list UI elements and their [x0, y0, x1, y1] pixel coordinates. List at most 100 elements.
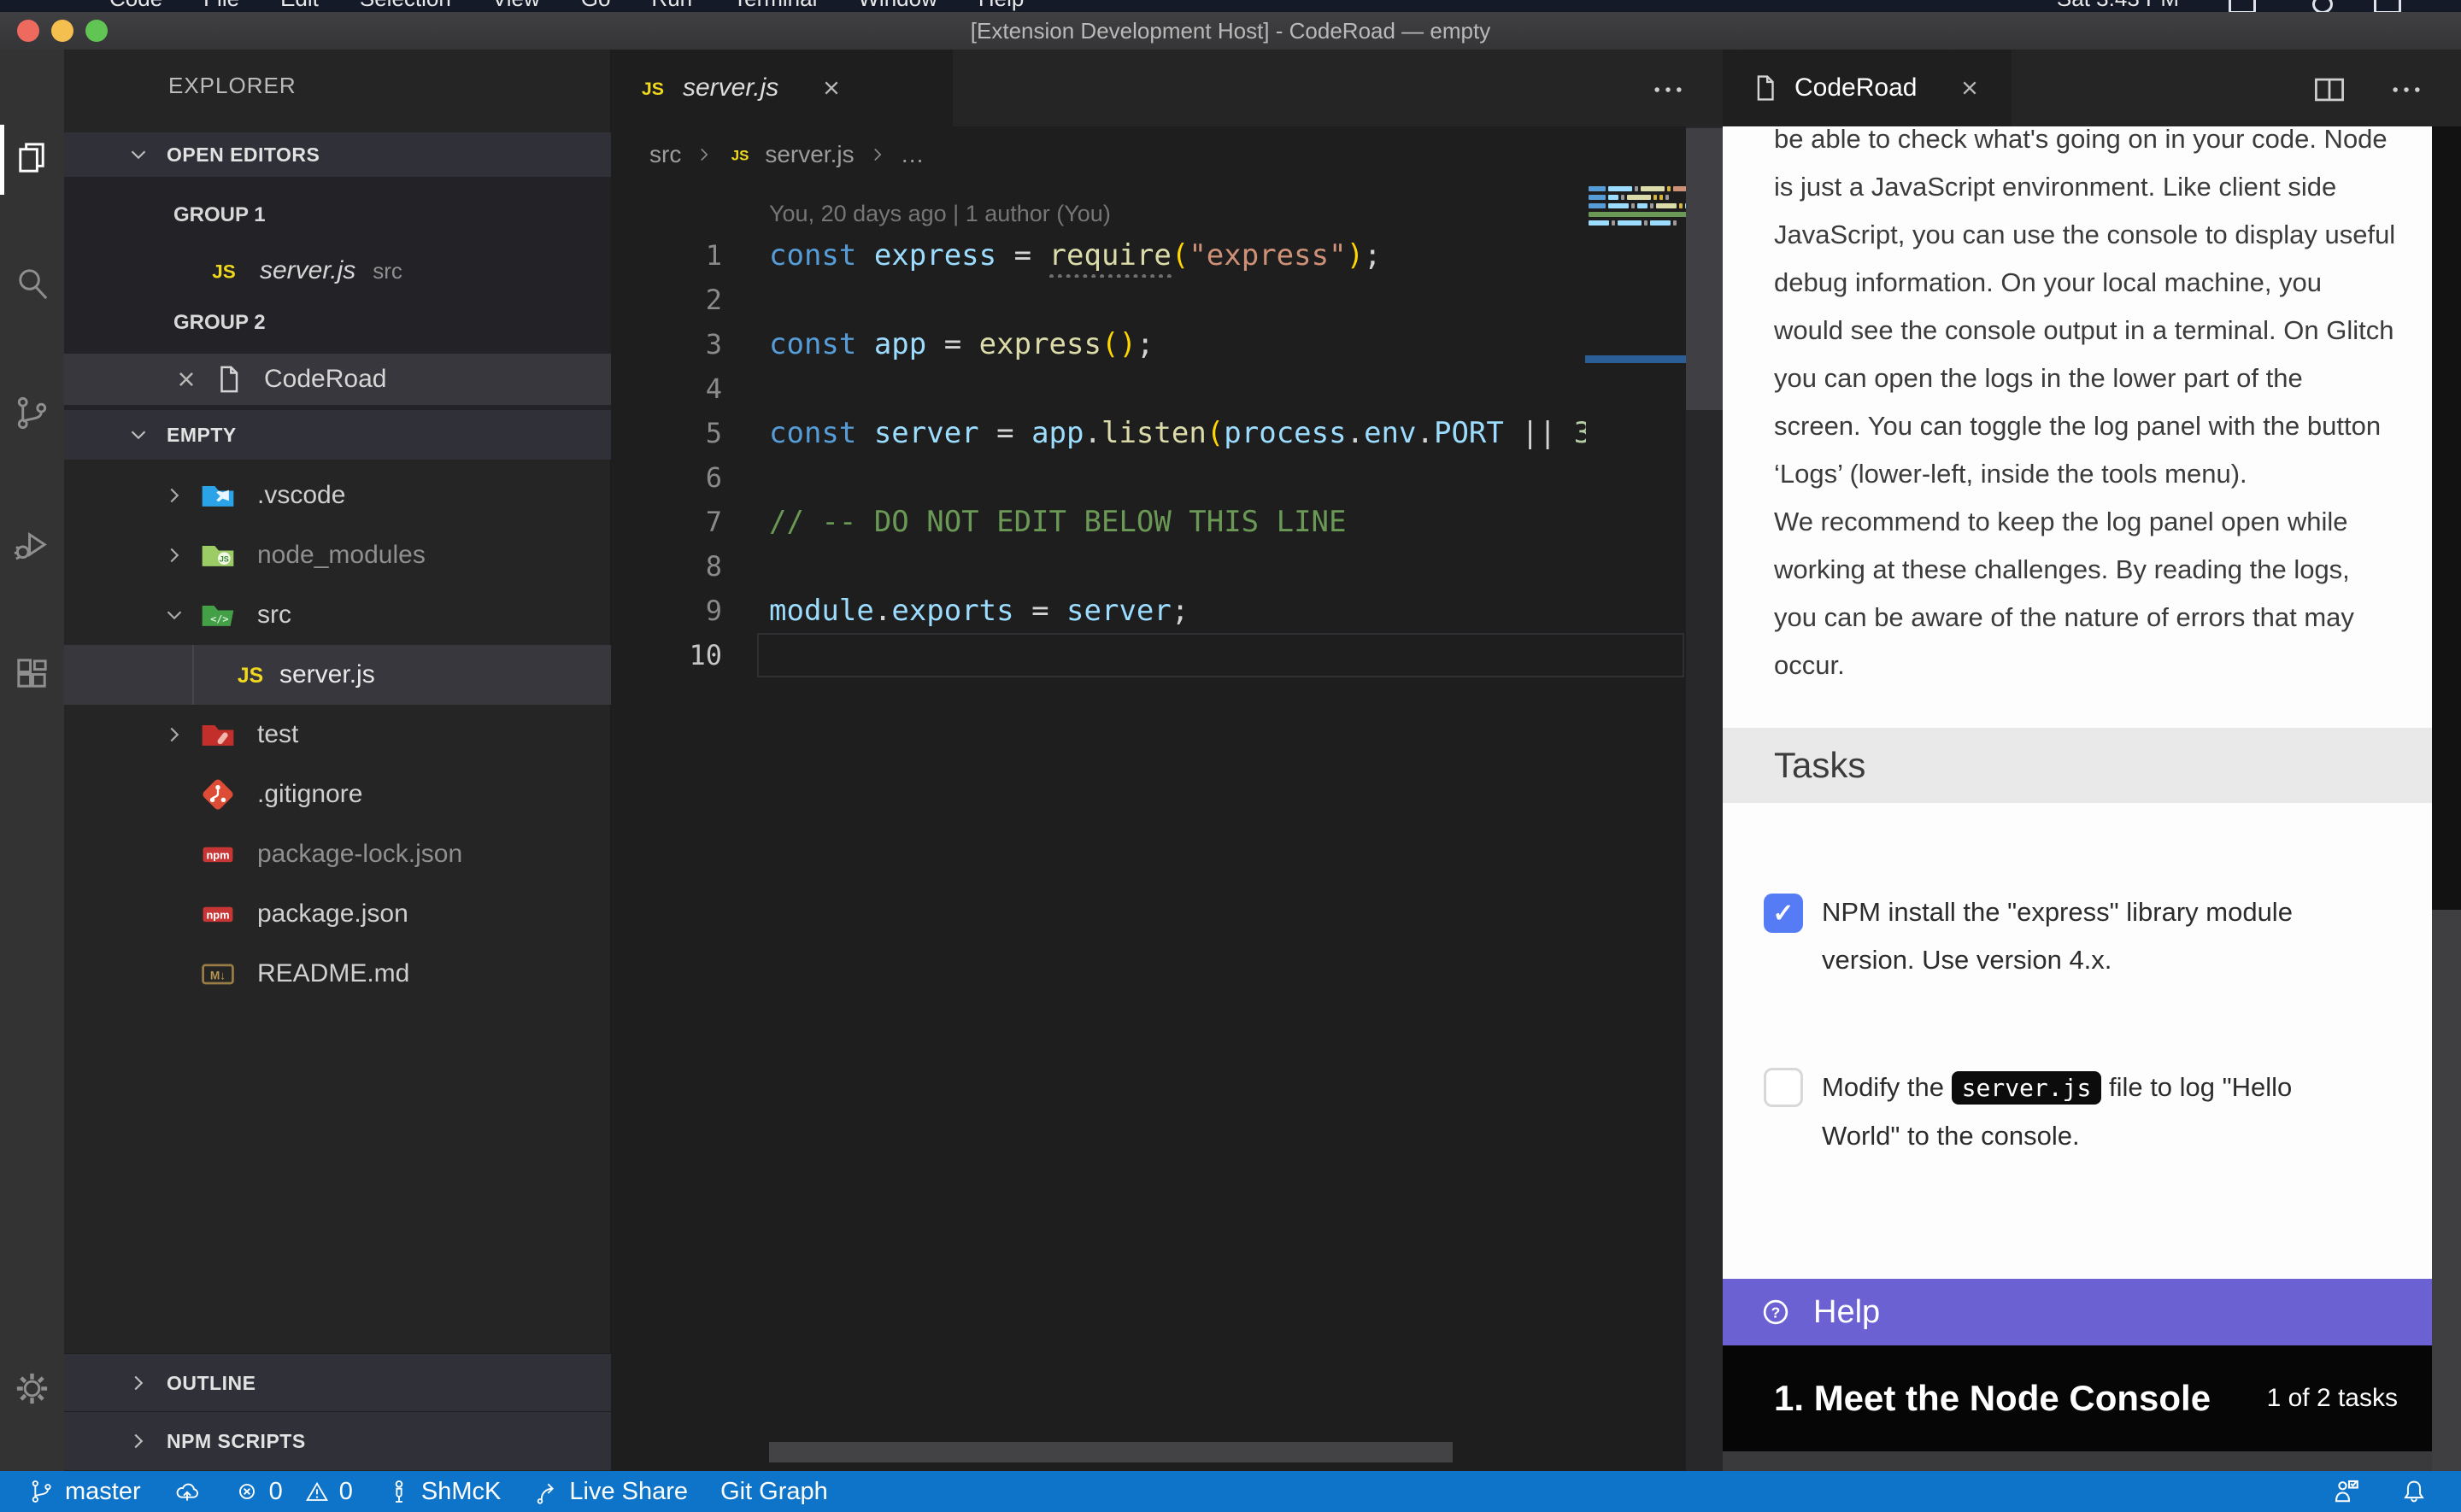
menu-view[interactable]: View: [492, 0, 540, 12]
menu-window[interactable]: Window: [858, 0, 937, 12]
npm-icon: npm: [199, 895, 237, 933]
more-actions-icon[interactable]: [1649, 71, 1687, 108]
tree-item-label: node_modules: [257, 525, 426, 585]
split-editor-icon[interactable]: [2311, 71, 2348, 108]
open-editor-server-js[interactable]: JS server.js src: [64, 246, 611, 296]
minimap-slider[interactable]: [1585, 355, 1686, 363]
svg-text:M↓: M↓: [210, 969, 226, 982]
tree-item-src[interactable]: </>src: [64, 585, 611, 645]
panel-scrollbar[interactable]: [2432, 126, 2461, 1471]
source-control-icon[interactable]: [12, 393, 52, 433]
npm-scripts-section-header[interactable]: NPM SCRIPTS: [64, 1411, 611, 1470]
menu-run[interactable]: Run: [651, 0, 692, 12]
editor-group-2-label: GROUP 2: [173, 299, 266, 347]
tree-item-test[interactable]: test: [64, 705, 611, 765]
task-1-checkbox[interactable]: ✓: [1764, 894, 1803, 933]
minimize-window-button[interactable]: [51, 20, 73, 42]
tree-item-label: .vscode: [257, 466, 345, 525]
extensions-icon[interactable]: [12, 653, 52, 694]
sync-changes-button[interactable]: [173, 1478, 201, 1505]
code-line-8[interactable]: 8: [611, 544, 1586, 589]
menu-edit[interactable]: Edit: [280, 0, 319, 12]
editor-vertical-scrollbar[interactable]: [1686, 126, 1723, 1471]
minimap[interactable]: [1585, 178, 1686, 707]
code-line-1[interactable]: 1const express = require("express");: [611, 233, 1586, 278]
code-line-5[interactable]: 5const server = app.listen(process.env.P…: [611, 411, 1586, 455]
maximize-window-button[interactable]: [85, 20, 108, 42]
scrollbar-thumb[interactable]: [1686, 128, 1723, 410]
folder-section-header[interactable]: EMPTY: [64, 410, 611, 460]
code-line-9[interactable]: 9module.exports = server;: [611, 589, 1586, 633]
tree-item-README.md[interactable]: M↓ README.md: [64, 944, 611, 1004]
js-file-icon: JS: [727, 142, 753, 167]
code-line-3[interactable]: 3const app = express();: [611, 322, 1586, 366]
warning-triangle-icon: [303, 1478, 331, 1505]
npm-icon: npm: [199, 835, 237, 873]
task-1-text: NPM install the "express" library module…: [1822, 888, 2420, 984]
git-branch-status[interactable]: master: [29, 1478, 141, 1506]
close-icon[interactable]: [1956, 74, 1983, 102]
macos-status-icon: [2229, 0, 2256, 12]
code-line-4[interactable]: 4: [611, 366, 1586, 411]
user-account-status[interactable]: ShMcK: [385, 1478, 501, 1506]
tree-item-server.js[interactable]: JSserver.js: [64, 645, 611, 705]
git-icon: [199, 776, 237, 813]
status-bar: master 0 0 ShMcK Live Share Git Graph: [0, 1471, 2461, 1512]
tree-item-package-lock.json[interactable]: npmpackage-lock.json: [64, 824, 611, 884]
menu-code[interactable]: Code: [109, 0, 162, 12]
menu-file[interactable]: File: [203, 0, 239, 12]
close-window-button[interactable]: [17, 20, 39, 42]
tab-coderoad[interactable]: CodeRoad: [1723, 50, 2012, 126]
run-debug-icon[interactable]: [12, 523, 52, 563]
settings-gear-icon[interactable]: [12, 1368, 52, 1409]
breadcrumb-src[interactable]: src: [649, 141, 681, 168]
tree-item-package.json[interactable]: npmpackage.json: [64, 884, 611, 944]
breadcrumb-symbol[interactable]: …: [901, 141, 925, 168]
explorer-icon[interactable]: [12, 138, 52, 179]
code-line-2[interactable]: 2: [611, 278, 1586, 322]
code-line-6[interactable]: 6: [611, 455, 1586, 500]
more-actions-icon[interactable]: [2388, 71, 2425, 108]
lesson-title: 1. Meet the Node Console: [1774, 1378, 2211, 1419]
chevron-right-icon: [126, 1370, 151, 1396]
outline-section-header[interactable]: OUTLINE: [64, 1353, 611, 1412]
svg-text:</>: </>: [210, 612, 229, 624]
explorer-sidebar: EXPLORER OPEN EDITORS GROUP 1 JS server.…: [64, 50, 611, 1471]
problems-status[interactable]: 0 0: [233, 1478, 353, 1506]
indent-guide: [192, 645, 194, 705]
menu-go[interactable]: Go: [581, 0, 611, 12]
editor-horizontal-scrollbar[interactable]: [769, 1442, 1453, 1462]
chevron-down-icon: [162, 602, 187, 628]
tasks-header: Tasks: [1723, 728, 2432, 803]
tab-server-js[interactable]: JS server.js: [611, 50, 953, 126]
notifications-bell[interactable]: [2399, 1477, 2429, 1506]
search-icon[interactable]: [12, 264, 52, 304]
menu-selection[interactable]: Selection: [360, 0, 451, 12]
code-line-7[interactable]: 7// -- DO NOT EDIT BELOW THIS LINE: [611, 500, 1586, 544]
cloud-upload-icon: [173, 1478, 201, 1505]
open-editor-coderoad[interactable]: CodeRoad: [64, 354, 611, 405]
current-line-highlight: [757, 633, 1684, 677]
scrollbar-thumb[interactable]: [2432, 126, 2461, 910]
editor-tab-bar: JS server.js: [611, 50, 1723, 126]
line-number: 5: [611, 411, 722, 455]
close-icon[interactable]: [818, 74, 845, 102]
tree-item-node_modules[interactable]: JSnode_modules: [64, 525, 611, 585]
help-bar[interactable]: ? Help: [1723, 1279, 2432, 1345]
tree-item-label: README.md: [257, 944, 409, 1004]
open-editors-header[interactable]: OPEN EDITORS: [64, 132, 611, 177]
macos-menubar: Code File Edit Selection View Go Run Terminal Wi…: [0, 0, 2461, 12]
git-graph-button[interactable]: Git Graph: [720, 1478, 828, 1506]
task-2-checkbox[interactable]: [1764, 1068, 1803, 1107]
close-icon[interactable]: [172, 365, 201, 394]
tree-item-.vscode[interactable]: .vscode: [64, 466, 611, 525]
menu-help[interactable]: Help: [978, 0, 1024, 12]
tree-item-.gitignore[interactable]: .gitignore: [64, 765, 611, 824]
code-editor[interactable]: JS server.js src JS server.js … You, 20 …: [611, 50, 1723, 1471]
live-share-contacts-icon[interactable]: [2331, 1476, 2362, 1507]
js-file-icon: JS: [637, 72, 669, 104]
live-share-button[interactable]: Live Share: [533, 1478, 688, 1506]
breadcrumb-server-js[interactable]: server.js: [765, 141, 854, 168]
macos-clock: Sat 3:43 PM: [2057, 0, 2179, 12]
menu-terminal[interactable]: Terminal: [733, 0, 817, 12]
